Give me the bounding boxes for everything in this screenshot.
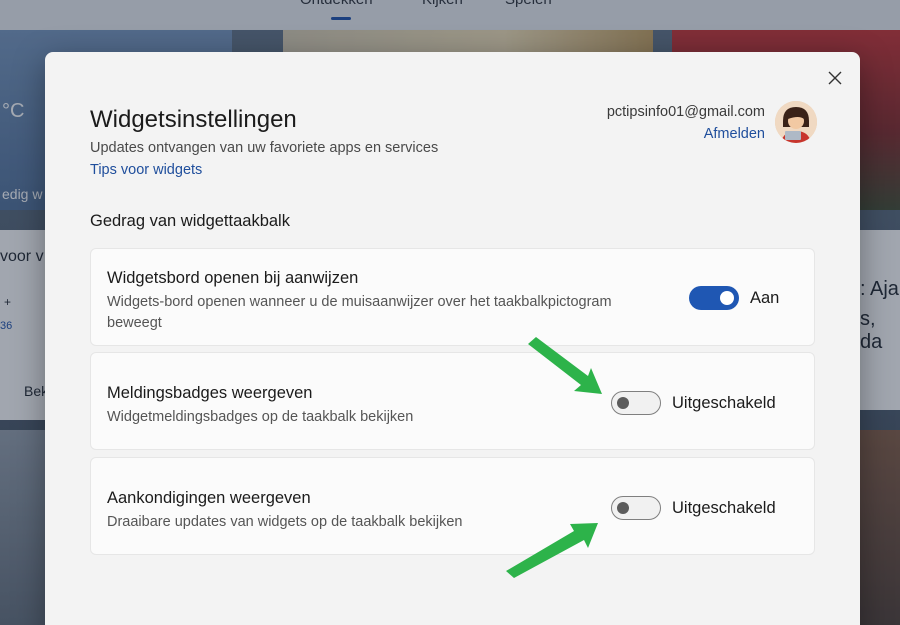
setting-title: Widgetsbord openen bij aanwijzen [107, 269, 359, 287]
setting-card-open-on-hover: Widgetsbord openen bij aanwijzen Widgets… [90, 248, 815, 346]
setting-card-notification-badges: Meldingsbadges weergeven Widgetmeldingsb… [90, 352, 815, 450]
setting-description: Widgetmeldingsbadges op de taakbalk beki… [107, 409, 414, 425]
account-email: pctipsinfo01@gmail.com [606, 104, 765, 120]
notification-badges-toggle[interactable]: Uitgeschakeld [611, 391, 776, 415]
close-icon [828, 71, 842, 85]
setting-description: Draaibare updates van widgets op de taak… [107, 514, 463, 530]
user-avatar[interactable] [775, 101, 817, 143]
toggle-switch-off[interactable] [611, 391, 661, 415]
toggle-knob [617, 397, 629, 409]
setting-title: Aankondigingen weergeven [107, 489, 311, 507]
announcements-toggle[interactable]: Uitgeschakeld [611, 496, 776, 520]
open-on-hover-toggle[interactable]: Aan [689, 286, 779, 310]
toggle-state-label: Uitgeschakeld [672, 498, 776, 517]
signout-link[interactable]: Afmelden [607, 126, 765, 142]
dialog-subtitle: Updates ontvangen van uw favoriete apps … [90, 140, 439, 156]
toggle-state-label: Uitgeschakeld [672, 393, 776, 412]
setting-card-announcements: Aankondigingen weergeven Draaibare updat… [90, 457, 815, 555]
section-heading: Gedrag van widgettaakbalk [90, 212, 290, 230]
widgets-settings-dialog: Widgetsinstellingen Updates ontvangen va… [45, 52, 860, 625]
account-info: pctipsinfo01@gmail.com Afmelden [607, 104, 765, 142]
user-avatar-icon [775, 101, 817, 143]
setting-description: Widgets-bord openen wanneer u de muisaan… [107, 294, 612, 331]
tips-link[interactable]: Tips voor widgets [90, 162, 202, 178]
close-button[interactable] [823, 66, 847, 90]
dialog-title: Widgetsinstellingen [90, 106, 297, 133]
toggle-knob [720, 291, 734, 305]
setting-title: Meldingsbadges weergeven [107, 384, 313, 402]
toggle-switch-off[interactable] [611, 496, 661, 520]
toggle-switch-on[interactable] [689, 286, 739, 310]
toggle-state-label: Aan [750, 288, 780, 307]
toggle-knob [617, 502, 629, 514]
